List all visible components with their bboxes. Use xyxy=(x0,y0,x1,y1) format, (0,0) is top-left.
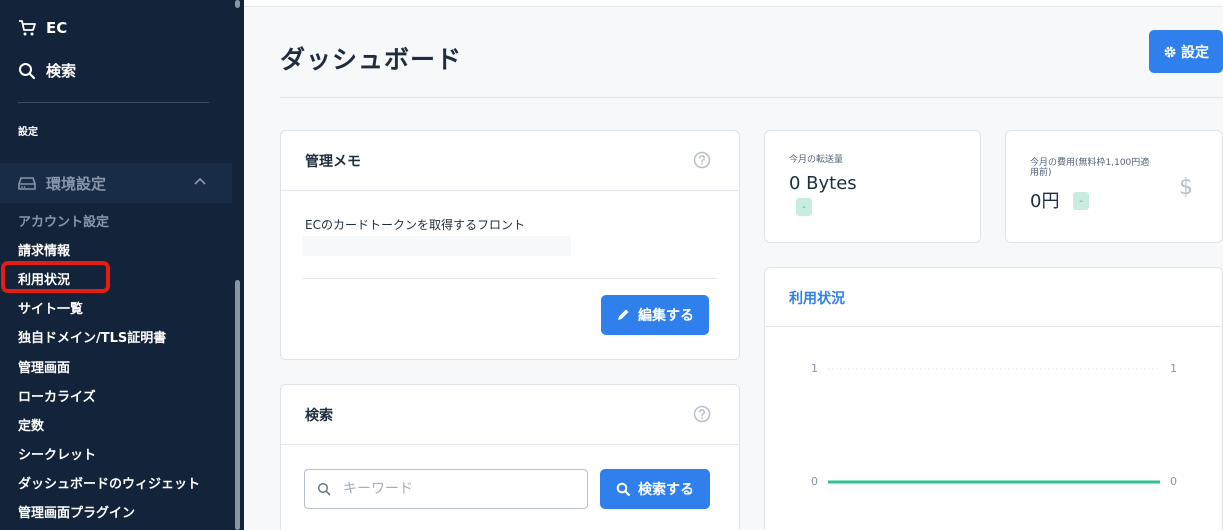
sidebar-subitem-localize[interactable]: ローカライズ xyxy=(18,386,96,405)
sidebar-subitem-secret[interactable]: シークレット xyxy=(18,444,96,463)
sidebar-group-environment[interactable]: 環境設定 xyxy=(0,163,232,203)
page-title: ダッシュボード xyxy=(280,45,463,74)
search-button-label: 検索する xyxy=(638,482,694,498)
search-card-header: 検索 xyxy=(281,385,739,445)
memo-card: 管理メモ ECのカードトークンを取得するフロント 編集する xyxy=(280,130,740,360)
search-icon xyxy=(616,482,630,496)
drive-icon xyxy=(18,177,36,190)
search-title: 検索 xyxy=(305,408,333,424)
cost-label-line1: 今月の費用(無料枠1,100円適 xyxy=(1030,158,1150,168)
cost-label: 今月の費用(無料枠1,100円適 用前) xyxy=(1030,158,1149,178)
transfer-badge: - xyxy=(796,198,812,216)
gear-icon xyxy=(1164,46,1176,57)
transfer-value: 0 Bytes xyxy=(789,173,857,194)
sidebar-subitem-domain[interactable]: 独自ドメイン/TLS証明書 xyxy=(18,327,166,346)
sidebar-divider xyxy=(18,102,209,103)
edit-button-label: 編集する xyxy=(638,308,694,324)
cost-badge: - xyxy=(1073,192,1089,210)
search-button[interactable]: 検索する xyxy=(600,469,710,509)
dollar-icon: $ xyxy=(1179,175,1193,200)
cost-stat-card: 今月の費用(無料枠1,100円適 用前) 0円 - $ xyxy=(1005,130,1223,243)
sidebar-subitem-constants[interactable]: 定数 xyxy=(18,415,44,434)
settings-button-label: 設定 xyxy=(1181,44,1209,61)
sidebar-subitem-billing[interactable]: 請求情報 xyxy=(18,240,70,259)
chevron-up-icon[interactable] xyxy=(194,177,206,185)
cart-icon xyxy=(19,20,36,36)
usage-chart xyxy=(828,368,1160,484)
sidebar-scrollbar[interactable] xyxy=(235,280,240,530)
usage-title: 利用状況 xyxy=(789,291,845,307)
help-icon[interactable] xyxy=(693,151,711,169)
sidebar-subitem-widgets[interactable]: ダッシュボードのウィジェット xyxy=(18,473,200,492)
edit-button[interactable]: 編集する xyxy=(601,295,709,335)
memo-text: ECのカードトークンを取得するフロント xyxy=(305,218,525,232)
highlight-box xyxy=(1,261,110,293)
transfer-stat-card: 今月の転送量 0 Bytes - xyxy=(764,130,981,243)
search-card: 検索 検索する xyxy=(280,384,740,530)
y-tick-left-bottom: 0 xyxy=(811,475,818,488)
search-icon xyxy=(317,482,331,496)
pencil-icon xyxy=(618,309,629,320)
sidebar-item-ec[interactable]: EC xyxy=(18,19,67,37)
sidebar-subitem-plugins[interactable]: 管理画面プラグイン xyxy=(18,502,135,521)
top-bar xyxy=(244,0,1223,7)
sidebar-subitem-account[interactable]: アカウント設定 xyxy=(18,211,109,230)
sidebar-group-label: 環境設定 xyxy=(46,174,107,193)
memo-empty-line xyxy=(303,236,571,256)
y-tick-right-top: 1 xyxy=(1170,362,1177,375)
memo-title: 管理メモ xyxy=(305,154,361,170)
sidebar-subitem-sites[interactable]: サイト一覧 xyxy=(18,298,83,317)
sidebar-scrollbar-top[interactable] xyxy=(235,0,240,8)
search-icon xyxy=(19,62,36,79)
transfer-label: 今月の転送量 xyxy=(789,155,844,165)
title-divider xyxy=(280,97,1223,98)
sidebar-section-label: 設定 xyxy=(18,127,38,138)
memo-divider xyxy=(303,278,717,279)
memo-card-header: 管理メモ xyxy=(281,131,739,191)
sidebar-item-label: EC xyxy=(46,19,68,37)
settings-button[interactable]: 設定 xyxy=(1149,30,1223,73)
sidebar-subitem-admin[interactable]: 管理画面 xyxy=(18,357,70,376)
y-tick-left-top: 1 xyxy=(811,362,818,375)
search-input[interactable] xyxy=(343,481,563,497)
sidebar-item-search[interactable]: 検索 xyxy=(18,60,76,81)
search-field[interactable] xyxy=(304,469,588,509)
sidebar-item-label: 検索 xyxy=(46,62,77,80)
cost-label-line2: 用前) xyxy=(1030,168,1052,178)
y-tick-right-bottom: 0 xyxy=(1170,475,1177,488)
help-icon[interactable] xyxy=(693,405,711,423)
sidebar: EC 検索 設定 環境設定 アカウント設定 請求情報 利用状況 サイト一覧 独自… xyxy=(0,0,244,530)
usage-card: 利用状況 1 0 1 0 xyxy=(764,267,1223,530)
usage-divider xyxy=(765,326,1222,327)
cost-value: 0円 xyxy=(1030,191,1060,212)
